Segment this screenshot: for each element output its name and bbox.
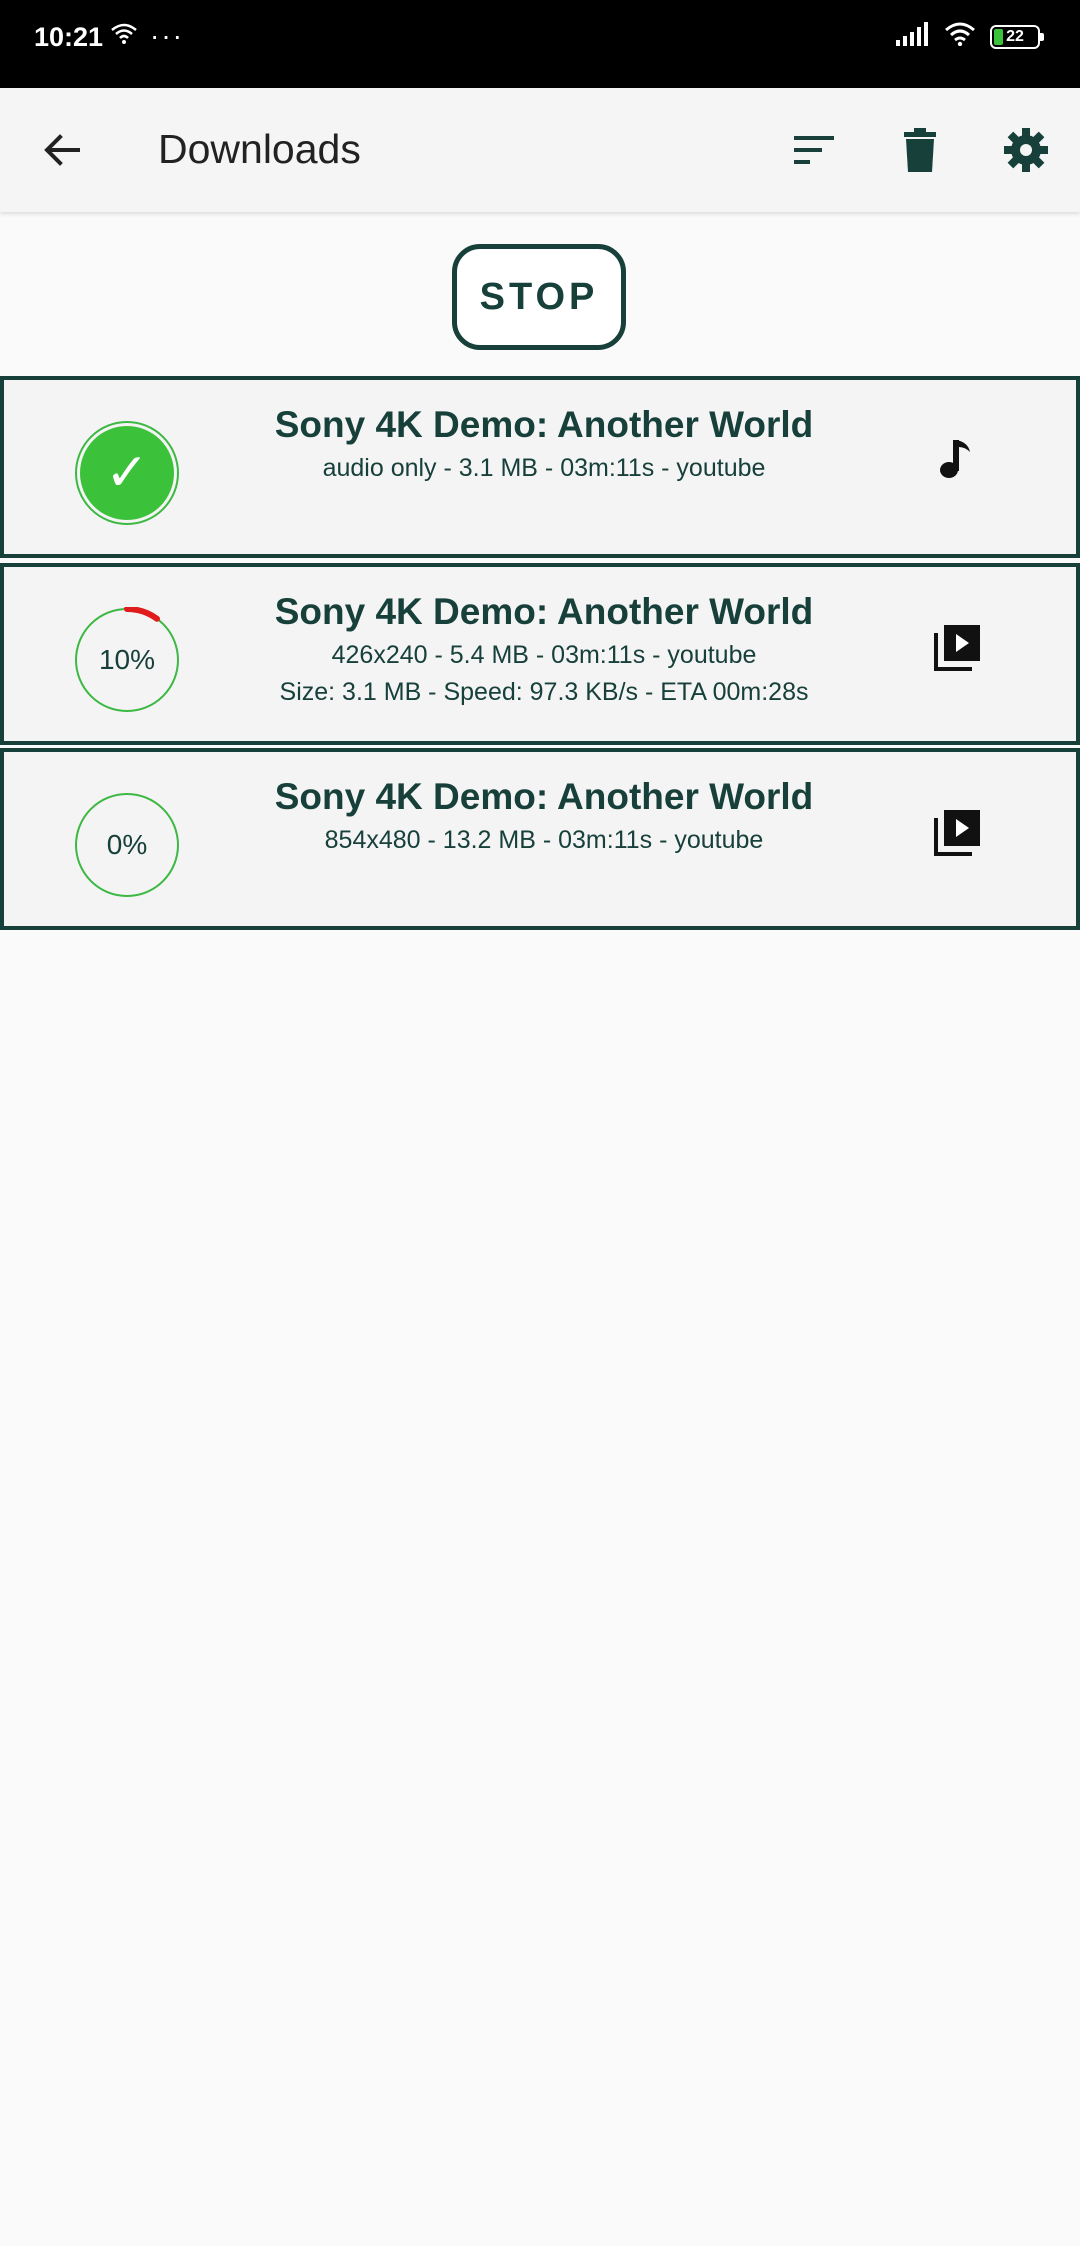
download-info: Sony 4K Demo: Another World 854x480 - 13… xyxy=(224,752,864,855)
progress-ring: 10% xyxy=(74,607,180,713)
settings-icon[interactable] xyxy=(1002,126,1050,174)
download-details: 426x240 - 5.4 MB - 03m:11s - youtube xyxy=(331,641,757,669)
progress-percent: 0% xyxy=(106,829,148,860)
stop-button[interactable]: STOP xyxy=(452,244,626,350)
app-bar: Downloads xyxy=(0,88,1080,212)
signal-icon xyxy=(896,22,930,51)
download-info: Sony 4K Demo: Another World 426x240 - 5.… xyxy=(224,567,864,707)
download-info: Sony 4K Demo: Another World audio only -… xyxy=(224,380,864,483)
music-note-icon xyxy=(932,434,984,486)
battery-cap xyxy=(1040,32,1044,41)
battery-level: 22 xyxy=(1006,27,1024,45)
download-title: Sony 4K Demo: Another World xyxy=(274,404,814,445)
download-details: 854x480 - 13.2 MB - 03m:11s - youtube xyxy=(324,826,764,854)
back-arrow-icon[interactable] xyxy=(38,126,86,174)
download-title: Sony 4K Demo: Another World xyxy=(274,776,814,817)
download-item[interactable]: ✓ Sony 4K Demo: Another World audio only… xyxy=(0,376,1080,558)
status-bar: 10:21 ··· 22 xyxy=(0,0,1080,88)
video-library-icon xyxy=(932,621,984,673)
download-details: audio only - 3.1 MB - 03m:11s - youtube xyxy=(322,454,766,482)
more-notifications-icon: ··· xyxy=(150,19,184,51)
check-icon: ✓ xyxy=(105,444,149,502)
status-left-icons: ··· xyxy=(110,19,184,51)
download-item[interactable]: 0% Sony 4K Demo: Another World 854x480 -… xyxy=(0,748,1080,930)
download-item[interactable]: 10% Sony 4K Demo: Another World 426x240 … xyxy=(0,563,1080,745)
download-stats: Size: 3.1 MB - Speed: 97.3 KB/s - ETA 00… xyxy=(279,678,809,706)
progress-ring: 0% xyxy=(74,792,180,898)
page-title: Downloads xyxy=(158,126,361,172)
sort-icon[interactable] xyxy=(790,126,838,174)
download-title: Sony 4K Demo: Another World xyxy=(274,591,814,632)
progress-complete: ✓ xyxy=(74,420,180,526)
wifi-icon xyxy=(944,22,976,51)
status-time: 10:21 xyxy=(34,22,104,52)
delete-icon[interactable] xyxy=(896,126,944,174)
battery-icon: 22 xyxy=(990,24,1044,49)
progress-percent: 10% xyxy=(98,644,156,675)
battery-fill xyxy=(994,28,1003,45)
video-library-icon xyxy=(932,806,984,858)
hotspot-icon xyxy=(110,22,138,49)
status-right-icons: 22 xyxy=(896,22,1044,51)
